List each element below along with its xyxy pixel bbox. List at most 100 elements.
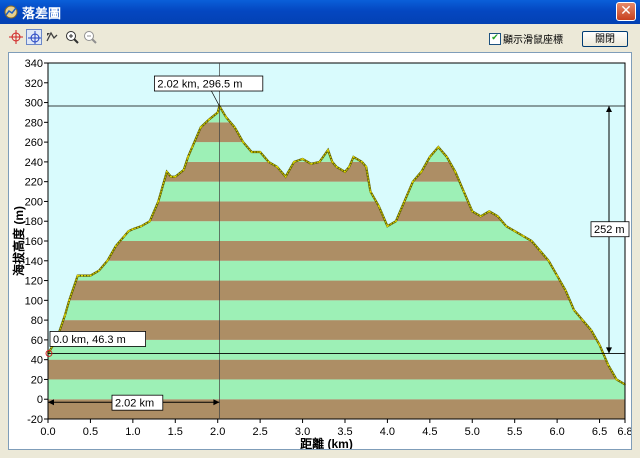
profile-point <box>352 156 355 158</box>
profile-point <box>361 160 363 163</box>
profile-point <box>479 215 482 218</box>
close-button[interactable]: 關閉 <box>582 31 628 47</box>
profile-point <box>106 259 109 262</box>
profile-point <box>182 168 185 171</box>
y-tick-label: 40 <box>31 355 43 367</box>
y-tick-label: 140 <box>25 256 43 268</box>
y-tick-label: 120 <box>25 276 43 288</box>
x-tick-label: 2.0 <box>210 426 225 438</box>
profile-point <box>157 200 160 203</box>
profile-point <box>98 269 100 272</box>
y-tick-label: 300 <box>25 98 43 110</box>
y-tick-label: 320 <box>25 78 43 90</box>
profile-point <box>513 230 516 233</box>
profile-point <box>174 175 177 178</box>
y-tick-label: 20 <box>31 374 43 386</box>
profile-point <box>437 146 440 148</box>
y-tick-label: 200 <box>25 196 43 208</box>
elevation-chart[interactable]: -20 0 20 40 60 80 100 120 140 160 180 200 220 240 260 2… <box>9 53 631 449</box>
profile-point <box>276 165 279 168</box>
profile-point <box>564 289 567 292</box>
profile-point <box>505 225 508 228</box>
elevation-band <box>48 359 625 380</box>
profile-window: 落差圖 ✕ ✔ 顯示滑鼠座標 關閉 -20 0 20 40 60 80 100 … <box>0 0 640 458</box>
title-bar[interactable]: 落差圖 ✕ <box>0 0 640 24</box>
x-tick-label: 1.0 <box>125 426 140 438</box>
profile-point <box>148 220 151 223</box>
crosshair-red-icon[interactable] <box>8 29 24 45</box>
distance-annotation: 2.02 km <box>115 398 154 410</box>
pan-tool-icon[interactable] <box>44 29 60 45</box>
profile-point <box>335 165 338 168</box>
profile-point <box>216 111 219 114</box>
profile-point <box>428 156 431 158</box>
elevation-band <box>48 280 625 301</box>
profile-point <box>250 151 253 153</box>
profile-point <box>496 215 499 218</box>
x-tick-label: 6.8 <box>617 426 631 438</box>
profile-point <box>581 319 584 322</box>
height-diff-annotation: 252 m <box>594 224 625 236</box>
profile-point <box>386 225 389 228</box>
profile-point <box>170 175 172 178</box>
profile-point <box>310 162 312 165</box>
profile-point <box>522 235 525 237</box>
profile-point <box>488 210 491 213</box>
profile-point <box>454 170 457 173</box>
profile-point <box>233 126 236 129</box>
profile-point <box>394 220 397 223</box>
show-coords-checkbox[interactable]: ✔ <box>489 33 501 45</box>
profile-point <box>191 146 194 148</box>
y-tick-label: 240 <box>25 157 43 169</box>
profile-point <box>199 126 202 129</box>
close-window-button[interactable]: ✕ <box>616 2 636 21</box>
profile-point <box>344 170 346 173</box>
profile-point <box>208 118 211 121</box>
y-tick-label: 180 <box>25 216 43 228</box>
crosshair-blue-icon[interactable] <box>26 29 42 45</box>
profile-point <box>114 245 117 247</box>
y-tick-label: 0 <box>37 394 43 406</box>
start-annotation: 0.0 km, 46.3 m <box>53 334 126 346</box>
x-tick-label: 4.0 <box>380 426 395 438</box>
x-tick-label: 2.5 <box>252 426 267 438</box>
y-tick-label: 60 <box>31 335 43 347</box>
profile-point <box>225 116 228 119</box>
chart-frame[interactable]: -20 0 20 40 60 80 100 120 140 160 180 200 220 240 260 2… <box>8 52 632 450</box>
profile-point <box>369 190 372 193</box>
x-tick-label: 5.5 <box>507 426 522 438</box>
elevation-band <box>48 300 625 321</box>
app-icon <box>4 5 18 19</box>
profile-point <box>590 329 592 331</box>
show-coords-label: 顯示滑鼠座標 <box>503 35 563 46</box>
x-tick-label: 4.5 <box>422 426 437 438</box>
profile-point <box>123 235 126 237</box>
profile-point <box>403 200 406 203</box>
elevation-band <box>48 260 625 281</box>
profile-point <box>445 156 448 158</box>
x-tick-label: 0.5 <box>83 426 98 438</box>
profile-point <box>365 165 368 168</box>
profile-point <box>598 343 601 346</box>
profile-point <box>131 228 134 231</box>
x-axis-label: 距離 (km) <box>300 436 353 449</box>
zoom-in-icon[interactable] <box>64 29 80 45</box>
profile-point <box>573 309 575 312</box>
profile-point <box>331 160 334 163</box>
x-tick-label: 6.5 <box>592 426 607 438</box>
y-tick-label: 220 <box>25 177 43 189</box>
profile-point <box>267 160 270 163</box>
y-tick-label: 80 <box>31 315 43 327</box>
profile-point <box>556 274 559 277</box>
profile-point <box>471 210 474 213</box>
y-tick-label: 260 <box>25 137 43 149</box>
profile-point <box>68 299 71 302</box>
profile-point <box>318 160 321 163</box>
profile-point <box>284 175 287 178</box>
profile-point <box>327 149 329 151</box>
profile-point <box>378 205 380 208</box>
zoom-out-icon[interactable] <box>82 29 98 45</box>
profile-point <box>462 190 465 193</box>
profile-point <box>547 259 550 262</box>
window-title: 落差圖 <box>22 7 62 22</box>
